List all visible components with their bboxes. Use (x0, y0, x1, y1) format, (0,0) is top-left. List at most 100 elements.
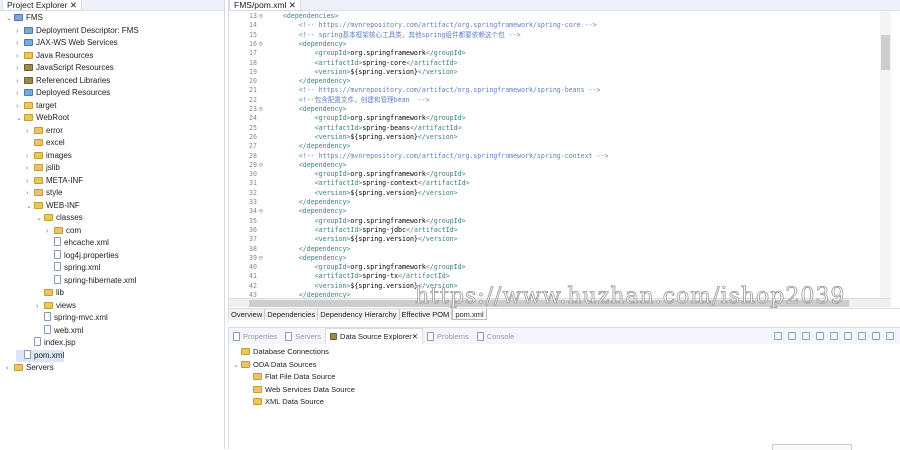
tree-item[interactable]: spring-mvc.xml (36, 312, 108, 324)
chevron-right-icon[interactable]: › (16, 38, 24, 50)
xml-value: org.springframework (350, 49, 426, 58)
tree-item[interactable]: ⌄ WEB-INF (26, 200, 80, 212)
tab-problems[interactable]: Problems (423, 331, 473, 341)
tab-project-explorer[interactable]: Project Explorer ✕ (2, 0, 82, 11)
tree-item[interactable]: pom.xml (16, 349, 65, 362)
tab-dependencies[interactable]: Dependencies (265, 309, 319, 320)
chevron-right-icon[interactable]: › (36, 301, 44, 313)
chevron-down-icon[interactable]: ⌄ (16, 113, 24, 125)
import-icon[interactable] (830, 332, 838, 340)
tree-item[interactable]: ⌄ FMS (6, 12, 43, 24)
horizontal-scrollbar[interactable] (229, 298, 891, 307)
tree-item[interactable]: spring-hibernate.xml (46, 274, 136, 287)
close-icon[interactable]: ✕ (412, 332, 418, 341)
connect-icon[interactable] (816, 332, 824, 340)
tree-item[interactable]: › target (16, 100, 56, 112)
chevron-right-icon[interactable]: › (26, 151, 34, 163)
data-source-item[interactable]: Database Connections (233, 346, 329, 358)
chevron-right-icon[interactable]: › (16, 26, 24, 38)
data-source-item[interactable]: Web Services Data Source (245, 384, 355, 396)
line-number: 17 (249, 49, 257, 58)
tab-data-source-explorer[interactable]: Data Source Explorer ✕ (325, 328, 424, 344)
tree-item[interactable]: ⌄ WebRoot (16, 112, 69, 124)
tree-item[interactable]: lib (36, 287, 64, 299)
link-icon[interactable] (788, 332, 796, 340)
tab-effective-pom[interactable]: Effective POM (399, 309, 453, 320)
tree-item[interactable]: ehcache.xml (46, 237, 109, 249)
tree-item[interactable]: › JavaScript Resources (16, 62, 114, 74)
tree-item[interactable]: › Java Resources (16, 50, 93, 62)
chevron-down-icon[interactable]: ⌄ (233, 360, 241, 372)
export-icon[interactable] (844, 332, 852, 340)
tab-pom-xml[interactable]: FMS/pom.xml ✕ (229, 0, 301, 11)
tree-item[interactable]: › style (26, 187, 62, 199)
data-source-item[interactable]: XML Data Source (245, 396, 324, 408)
tree-item[interactable]: › images (26, 150, 72, 162)
chevron-down-icon[interactable]: ⌄ (36, 213, 44, 225)
code-line: 23 ⊖ <dependency> (229, 105, 346, 114)
xml-punctuation: </ (298, 244, 307, 253)
tree-item[interactable]: › META-INF (26, 175, 83, 187)
chevron-right-icon[interactable]: › (46, 226, 54, 238)
close-icon[interactable]: ✕ (289, 0, 296, 10)
xml-punctuation: > (453, 281, 458, 290)
tree-item[interactable]: log4j.properties (46, 249, 119, 262)
tab-overview[interactable]: Overview (229, 309, 266, 320)
tree-item[interactable]: › error (26, 125, 63, 137)
filter-icon[interactable] (802, 332, 810, 340)
tree-item[interactable]: › JAX-WS Web Services (16, 37, 118, 49)
maximize-icon[interactable] (886, 332, 894, 340)
line-number: 16 (249, 39, 257, 48)
tab-dependency-hierarchy[interactable]: Dependency Hierarchy (318, 309, 400, 320)
tree-item[interactable]: spring.xml (46, 262, 100, 274)
chevron-right-icon[interactable]: › (26, 176, 34, 188)
tab-console[interactable]: Console (473, 331, 519, 341)
tree-item[interactable]: › Deployed Resources (16, 87, 110, 99)
scroll-thumb[interactable] (249, 300, 849, 307)
fold-icon[interactable]: ⊖ (259, 207, 267, 216)
xml-tag: groupId (433, 49, 462, 58)
fold-icon[interactable]: ⊖ (259, 105, 267, 114)
xml-tag: dependency (306, 77, 347, 86)
minimize-icon[interactable] (872, 332, 880, 340)
code-line: 20 </dependency> (229, 77, 350, 86)
tree-item[interactable]: ⌄ classes (36, 212, 83, 224)
tree-item[interactable]: › Deployment Descriptor: FMS (16, 25, 139, 37)
tab-pom-xml[interactable]: pom.xml (452, 309, 487, 320)
xml-value: spring-tx (362, 272, 399, 281)
tree-item[interactable]: › views (36, 300, 76, 312)
xml-tag: version (318, 188, 347, 197)
fold-icon[interactable]: ⊖ (259, 161, 267, 170)
chevron-down-icon[interactable]: ⌄ (6, 13, 14, 25)
tree-item[interactable]: › jslib (26, 162, 60, 174)
tree-item[interactable]: index.jsp (26, 337, 76, 349)
chevron-down-icon[interactable]: ⌄ (26, 201, 34, 213)
fold-icon[interactable]: ⊖ (259, 254, 267, 263)
tab-properties[interactable]: Properties (229, 331, 281, 341)
tree-item[interactable]: › com (46, 225, 81, 237)
collapse-icon[interactable] (774, 332, 782, 340)
chevron-right-icon[interactable]: › (16, 51, 24, 63)
scroll-thumb[interactable] (881, 35, 890, 70)
chevron-right-icon[interactable]: › (16, 88, 24, 100)
chevron-right-icon[interactable]: › (16, 76, 24, 88)
chevron-right-icon[interactable]: › (16, 101, 24, 113)
tree-item[interactable]: web.xml (36, 324, 83, 337)
tree-item[interactable]: › Referenced Libraries (16, 75, 110, 87)
chevron-right-icon[interactable]: › (26, 188, 34, 200)
tree-item-label: Deployed Resources (36, 88, 111, 97)
data-source-item[interactable]: Flat File Data Source (245, 371, 335, 383)
chevron-right-icon[interactable]: › (26, 126, 34, 138)
tree-item[interactable]: › Servers (6, 362, 54, 374)
chevron-right-icon[interactable]: › (6, 363, 14, 375)
tab-servers[interactable]: Servers (281, 331, 325, 341)
fold-icon[interactable]: ⊖ (259, 12, 267, 21)
data-source-item[interactable]: ⌄ ODA Data Sources (233, 359, 316, 371)
menu-icon[interactable] (858, 332, 866, 340)
chevron-right-icon[interactable]: › (16, 63, 24, 75)
tree-item[interactable]: excel (26, 137, 65, 149)
chevron-right-icon[interactable]: › (26, 163, 34, 175)
fold-icon[interactable]: ⊖ (259, 40, 267, 49)
close-icon[interactable]: ✕ (70, 0, 77, 10)
vertical-scrollbar[interactable] (880, 12, 891, 298)
